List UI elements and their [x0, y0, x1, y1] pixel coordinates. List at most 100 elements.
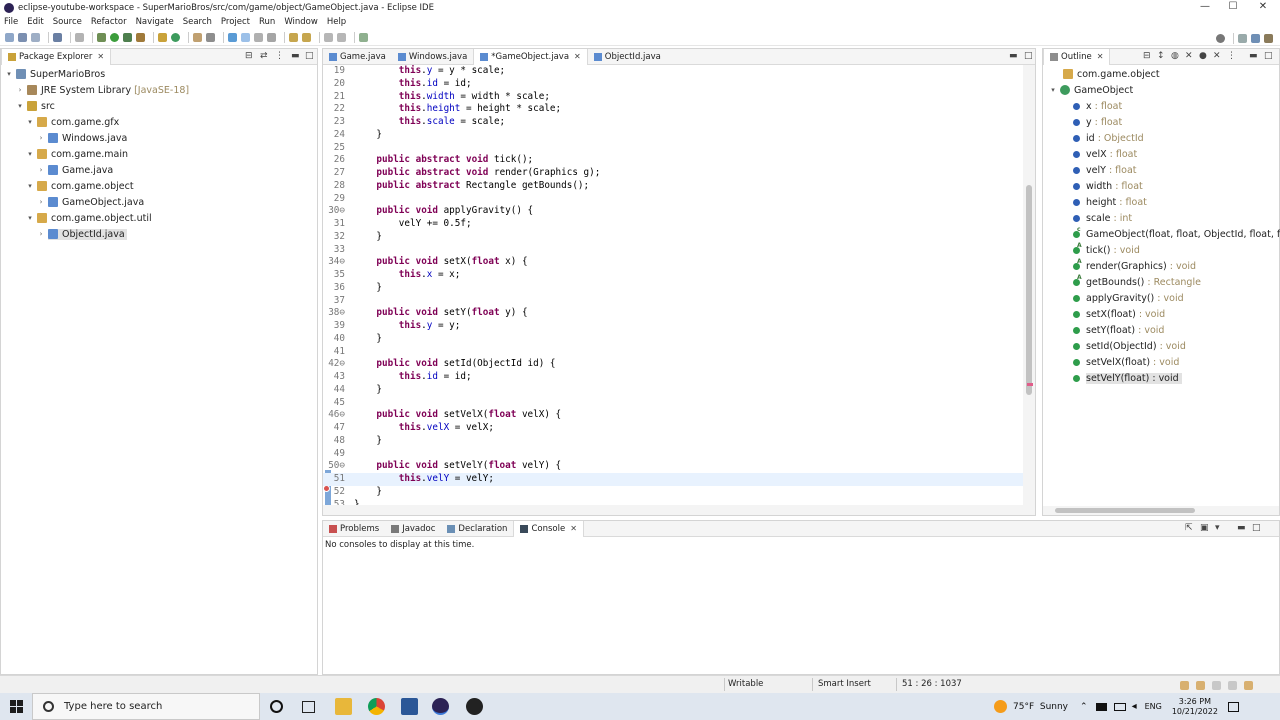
- minimize-view-icon[interactable]: ▬: [1249, 51, 1258, 61]
- chevron-right-icon[interactable]: ›: [37, 230, 45, 238]
- pin-console-icon[interactable]: ⇱: [1185, 523, 1193, 533]
- outline-member[interactable]: c GameObject(float, float, ObjectId, floa…: [1073, 226, 1280, 242]
- file-explorer-icon[interactable]: [335, 698, 352, 715]
- volume-icon[interactable]: ◂: [1132, 701, 1137, 712]
- code-line[interactable]: 52 }: [323, 486, 1023, 499]
- status-insert-mode[interactable]: Smart Insert: [818, 679, 871, 689]
- show-whitespace-icon[interactable]: [267, 33, 276, 42]
- chevron-down-icon[interactable]: ▾: [1049, 86, 1057, 94]
- open-type-icon[interactable]: [193, 33, 202, 42]
- code-line[interactable]: 48 }: [323, 435, 1023, 448]
- outline-member[interactable]: x : float: [1073, 98, 1122, 114]
- editor-vertical-scrollbar[interactable]: [1023, 65, 1035, 505]
- tree-node-package[interactable]: ▾ com.game.object.util: [26, 210, 151, 226]
- tree-node-package[interactable]: ▾ com.game.object: [26, 178, 133, 194]
- code-line[interactable]: 47 this.velX = velX;: [323, 422, 1023, 435]
- code-line[interactable]: 49: [323, 448, 1023, 461]
- taskbar-search-input[interactable]: Type here to search: [32, 693, 260, 720]
- open-console-icon[interactable]: ▾: [1215, 523, 1220, 533]
- menu-refactor[interactable]: Refactor: [91, 17, 127, 27]
- outline-member[interactable]: Arender(Graphics) : void: [1073, 258, 1196, 274]
- tree-node-file[interactable]: › Game.java: [37, 162, 114, 178]
- code-line[interactable]: 43 this.id = id;: [323, 371, 1023, 384]
- cortana-icon[interactable]: [270, 700, 283, 713]
- toggle-mark-occurrences-icon[interactable]: [228, 33, 237, 42]
- code-line[interactable]: 38⊖ public void setY(float y) {: [323, 307, 1023, 320]
- outline-horizontal-scrollbar[interactable]: [1043, 506, 1279, 515]
- outline-member[interactable]: Atick() : void: [1073, 242, 1140, 258]
- chrome-icon[interactable]: [368, 698, 385, 715]
- debug-perspective-icon[interactable]: [1264, 33, 1273, 43]
- chevron-right-icon[interactable]: ›: [37, 134, 45, 142]
- outline-member[interactable]: setId(ObjectId) : void: [1073, 338, 1186, 354]
- java-perspective-icon[interactable]: [1251, 33, 1260, 43]
- tab-windows-java[interactable]: Windows.java: [392, 49, 473, 65]
- code-line[interactable]: 26 public abstract void tick();: [323, 154, 1023, 167]
- view-menu-icon[interactable]: ⋮: [275, 51, 284, 61]
- chevron-down-icon[interactable]: ▾: [26, 118, 34, 126]
- code-line[interactable]: 29: [323, 193, 1023, 206]
- hide-local-types-icon[interactable]: ✕: [1213, 51, 1221, 61]
- menu-edit[interactable]: Edit: [27, 17, 43, 27]
- tree-node-project[interactable]: ▾ SuperMarioBros: [5, 66, 105, 82]
- back-icon[interactable]: [324, 33, 333, 42]
- code-line[interactable]: 20 this.id = id;: [323, 78, 1023, 91]
- chevron-down-icon[interactable]: ▾: [26, 150, 34, 158]
- maximize-view-icon[interactable]: □: [1024, 51, 1033, 61]
- outline-member[interactable]: scale : int: [1073, 210, 1132, 226]
- menu-project[interactable]: Project: [221, 17, 250, 27]
- code-line[interactable]: 24 }: [323, 129, 1023, 142]
- language-indicator[interactable]: ENG: [1145, 702, 1162, 711]
- chevron-down-icon[interactable]: ▾: [5, 70, 13, 78]
- scrollbar-thumb[interactable]: [1026, 185, 1032, 395]
- tab-javadoc[interactable]: Javadoc: [385, 521, 441, 537]
- outline-member[interactable]: height : float: [1073, 194, 1147, 210]
- windows-start-icon[interactable]: [10, 700, 23, 713]
- tree-node-src[interactable]: ▾ src: [16, 98, 55, 114]
- menu-window[interactable]: Window: [284, 17, 318, 27]
- terminal-icon[interactable]: [53, 33, 62, 42]
- outline-member[interactable]: width : float: [1073, 178, 1143, 194]
- save-icon[interactable]: [18, 33, 27, 42]
- minimize-view-icon[interactable]: ▬: [1009, 51, 1018, 61]
- github-icon[interactable]: [466, 698, 483, 715]
- weather-text[interactable]: 75°F Sunny: [1013, 702, 1068, 712]
- menu-source[interactable]: Source: [53, 17, 82, 27]
- toggle-block-selection-icon[interactable]: [254, 33, 263, 42]
- chevron-down-icon[interactable]: ▾: [16, 102, 24, 110]
- code-line[interactable]: 22 this.height = height * scale;: [323, 103, 1023, 116]
- code-line[interactable]: 34⊖ public void setX(float x) {: [323, 256, 1023, 269]
- code-line[interactable]: 21 this.width = width * scale;: [323, 91, 1023, 104]
- coverage-icon[interactable]: [123, 33, 132, 42]
- tab-declaration[interactable]: Declaration: [441, 521, 513, 537]
- tree-node-package[interactable]: ▾ com.game.main: [26, 146, 128, 162]
- sort-icon[interactable]: ↕: [1157, 51, 1165, 61]
- skip-breakpoints-icon[interactable]: [75, 33, 84, 42]
- hide-fields-icon[interactable]: ◍: [1171, 51, 1179, 61]
- code-line[interactable]: 39 this.y = y;: [323, 320, 1023, 333]
- minimize-view-icon[interactable]: ▬: [291, 51, 300, 61]
- menu-search[interactable]: Search: [183, 17, 212, 27]
- close-icon[interactable]: ✕: [574, 52, 581, 61]
- tab-outline[interactable]: Outline ✕: [1043, 48, 1111, 65]
- new-java-class-icon[interactable]: [171, 33, 180, 42]
- new-java-package-icon[interactable]: [158, 33, 167, 42]
- outline-member[interactable]: applyGravity() : void: [1073, 290, 1184, 306]
- code-line[interactable]: 37: [323, 295, 1023, 308]
- chevron-down-icon[interactable]: ▾: [26, 182, 34, 190]
- menu-run[interactable]: Run: [259, 17, 275, 27]
- close-window-button[interactable]: ✕: [1246, 0, 1280, 15]
- code-line[interactable]: 44 }: [323, 384, 1023, 397]
- collapse-all-icon[interactable]: ⊟: [245, 51, 253, 61]
- run-icon[interactable]: [110, 33, 119, 42]
- outline-member[interactable]: id : ObjectId: [1073, 130, 1144, 146]
- outline-member[interactable]: setY(float) : void: [1073, 322, 1164, 338]
- tree-node-file-selected[interactable]: › ObjectId.java: [37, 226, 127, 242]
- chevron-right-icon[interactable]: ›: [16, 86, 24, 94]
- menu-file[interactable]: File: [4, 17, 18, 27]
- code-editor[interactable]: 19 this.y = y * scale; 20 this.id = id; 21…: [323, 65, 1023, 505]
- tab-game-java[interactable]: Game.java: [323, 49, 392, 65]
- network-icon[interactable]: [1095, 702, 1107, 711]
- new-icon[interactable]: [5, 33, 14, 42]
- outline-member[interactable]: setVelX(float) : void: [1073, 354, 1179, 370]
